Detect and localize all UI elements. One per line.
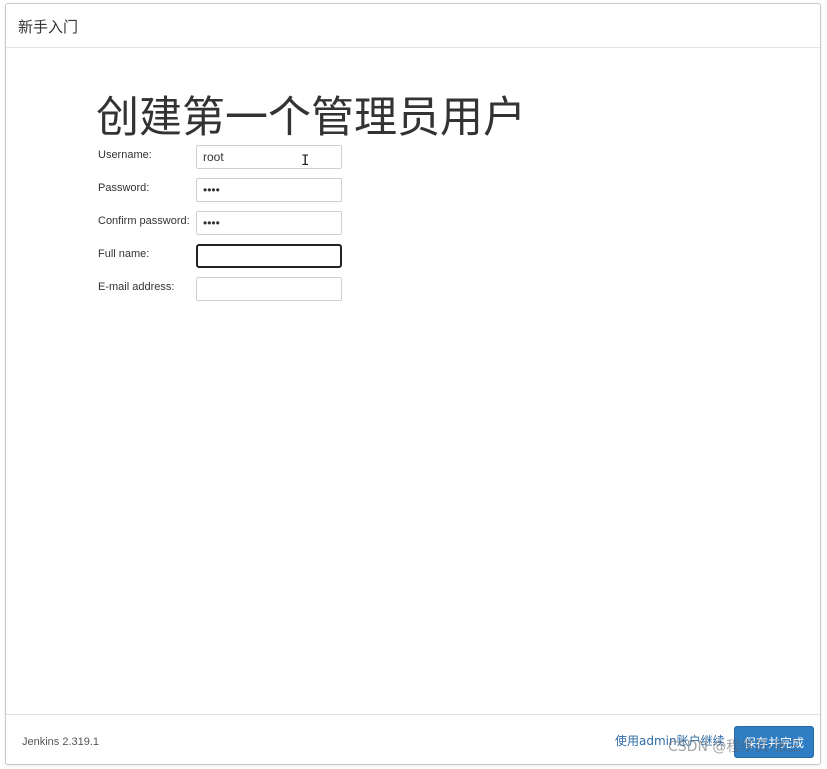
- username-input[interactable]: [196, 145, 342, 169]
- setup-wizard-dialog: 新手入门 创建第一个管理员用户 Username: Password: Conf…: [5, 3, 821, 765]
- dialog-title: 新手入门: [18, 18, 79, 36]
- dialog-header: 新手入门: [6, 4, 820, 48]
- confirm-password-input[interactable]: [196, 211, 342, 235]
- version-label: Jenkins 2.319.1: [22, 736, 100, 748]
- password-input[interactable]: [196, 178, 342, 202]
- confirm-password-label: Confirm password:: [98, 215, 190, 227]
- email-input[interactable]: [196, 277, 342, 301]
- fullname-label: Full name:: [98, 248, 150, 260]
- password-label: Password:: [98, 182, 150, 194]
- watermark: CSDN @程序员-张三: [668, 739, 802, 755]
- username-label: Username:: [98, 149, 152, 161]
- email-label: E-mail address:: [98, 281, 175, 293]
- page-title: 创建第一个管理员用户: [96, 93, 526, 143]
- text-cursor-icon: I: [301, 153, 310, 169]
- fullname-input[interactable]: [196, 244, 342, 268]
